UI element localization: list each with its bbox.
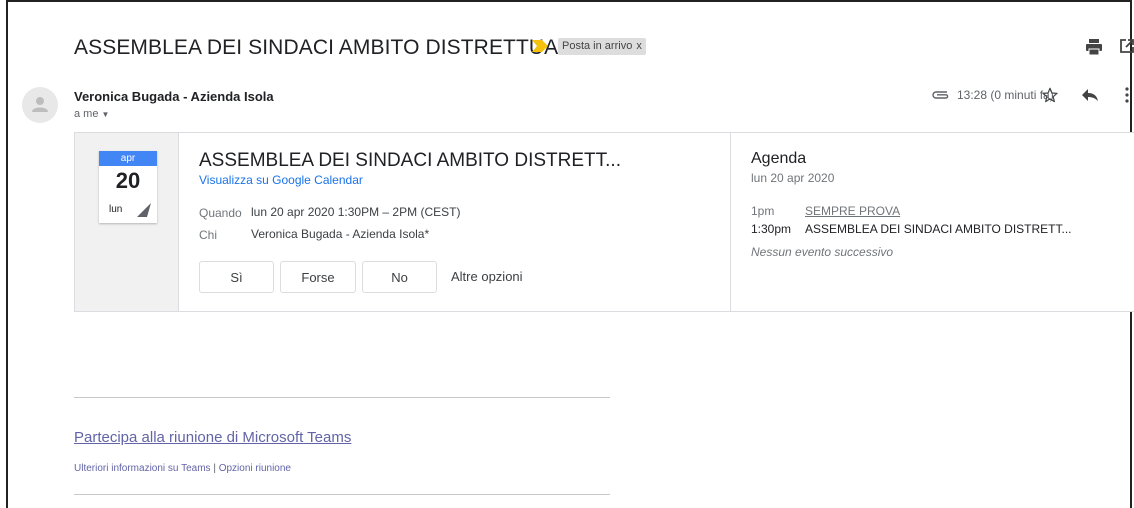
view-on-google-calendar-link[interactable]: Visualizza su Google Calendar xyxy=(199,173,363,187)
attachment-icon xyxy=(932,91,949,99)
join-teams-meeting-link[interactable]: Partecipa alla riunione di Microsoft Tea… xyxy=(74,429,351,446)
recipient-details[interactable]: a me ▼ xyxy=(74,108,109,120)
rsvp-maybe-button[interactable]: Forse xyxy=(280,261,356,293)
recipient-text: a me xyxy=(74,108,99,120)
event-who-value: Veronica Bugada - Azienda Isola* xyxy=(251,227,430,241)
open-in-new-window-icon[interactable] xyxy=(1119,38,1134,54)
calendar-invite-card: apr 20 lun ASSEMBLEA DEI SINDACI AMBITO … xyxy=(74,132,1134,312)
inbox-label-chip: Posta in arrivo x xyxy=(558,38,646,55)
calendar-date-panel: apr 20 lun xyxy=(75,133,179,311)
print-icon[interactable] xyxy=(1085,38,1103,56)
teams-more-info-link[interactable]: Ulteriori informazioni su Teams xyxy=(74,463,211,474)
teams-divider-top xyxy=(74,397,610,398)
agenda-title: Agenda xyxy=(751,150,807,167)
importance-marker-icon[interactable] xyxy=(532,40,548,52)
sender-name: Veronica Bugada - Azienda Isola xyxy=(74,89,274,104)
agenda-event-time: 1:30pm xyxy=(751,222,792,236)
calendar-date-icon: apr 20 lun xyxy=(99,151,157,223)
calendar-weekday: lun xyxy=(109,204,123,215)
event-when-label: Quando xyxy=(199,206,242,220)
star-icon[interactable] xyxy=(1041,86,1059,104)
agenda-event-title: ASSEMBLEA DEI SINDACI AMBITO DISTRETT... xyxy=(805,222,1072,236)
rsvp-yes-button[interactable]: Sì xyxy=(199,261,274,293)
teams-info-line: Ulteriori informazioni su Teams | Opzion… xyxy=(74,463,291,474)
rsvp-more-options-link[interactable]: Altre opzioni xyxy=(451,261,523,293)
more-vertical-icon[interactable] xyxy=(1124,86,1130,104)
teams-divider-bottom xyxy=(74,494,610,495)
event-title: ASSEMBLEA DEI SINDACI AMBITO DISTRETT... xyxy=(199,150,621,171)
page-curl-icon xyxy=(137,203,151,217)
event-who-label: Chi xyxy=(199,228,218,242)
calendar-month: apr xyxy=(99,151,157,166)
card-divider xyxy=(730,133,731,311)
reply-icon[interactable] xyxy=(1081,88,1099,102)
avatar-placeholder-icon xyxy=(32,97,48,112)
email-view: ASSEMBLEA DEI SINDACI AMBITO DISTRETTUAL… xyxy=(6,0,1134,508)
teams-separator: | xyxy=(213,463,216,474)
email-timestamp: 13:28 (0 minuti fa) xyxy=(957,88,1054,102)
agenda-event-time: 1pm xyxy=(751,204,775,218)
inbox-label-text: Posta in arrivo xyxy=(562,40,633,52)
remove-label-button[interactable]: x xyxy=(636,40,642,52)
calendar-day: 20 xyxy=(115,168,141,193)
agenda-no-next-event: Nessun evento successivo xyxy=(751,245,894,259)
sender-avatar[interactable] xyxy=(22,87,58,123)
email-subject: ASSEMBLEA DEI SINDACI AMBITO DISTRETTUAL… xyxy=(74,36,585,59)
rsvp-no-button[interactable]: No xyxy=(362,261,437,293)
chevron-down-icon[interactable]: ▼ xyxy=(101,110,109,119)
agenda-date: lun 20 apr 2020 xyxy=(751,171,835,185)
agenda-event-link[interactable]: SEMPRE PROVA xyxy=(805,204,900,218)
meeting-options-link[interactable]: Opzioni riunione xyxy=(219,463,291,474)
event-when-value: lun 20 apr 2020 1:30PM – 2PM (CEST) xyxy=(251,205,461,219)
